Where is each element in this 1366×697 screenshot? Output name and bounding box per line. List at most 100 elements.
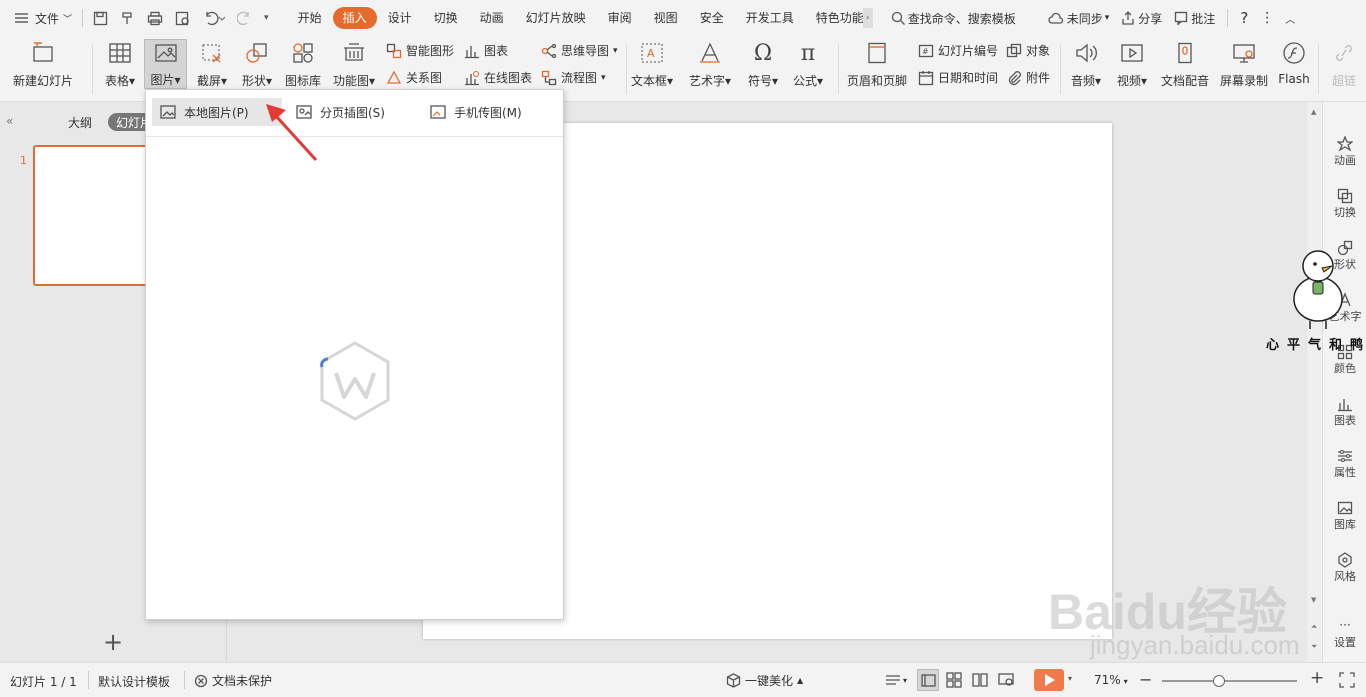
icon-library-button[interactable]: 图标库 — [281, 36, 325, 89]
pane-settings-label: 设置 — [1334, 636, 1356, 649]
tab-view[interactable]: 视图 — [643, 7, 689, 29]
tab-review[interactable]: 审阅 — [597, 7, 643, 29]
chevron-down-icon: ▾ — [1104, 13, 1110, 23]
collapse-panel-icon[interactable]: « — [6, 114, 13, 128]
sync-button[interactable]: 未同步 ▾ — [1042, 0, 1116, 36]
format-painter-button[interactable] — [114, 0, 141, 36]
scroll-down-icon[interactable]: ▼ — [1311, 596, 1316, 604]
help-button[interactable]: ? — [1234, 0, 1254, 36]
pane-gallery[interactable]: 图库 — [1323, 500, 1366, 532]
paperclip-icon — [1008, 70, 1021, 85]
template-name[interactable]: 默认设计模板 — [98, 673, 170, 690]
pane-properties-label: 属性 — [1334, 466, 1356, 479]
symbol-button[interactable]: Ω 符号▾ — [744, 36, 782, 89]
mindmap-button[interactable]: 思维导图 ▾ — [541, 42, 618, 59]
fit-window-button[interactable] — [1338, 671, 1356, 692]
duck-sticker — [1288, 244, 1350, 334]
print-preview-button[interactable] — [169, 0, 197, 36]
online-chart-button[interactable]: 在线图表 — [464, 69, 532, 86]
smartart-button[interactable]: 智能图形 — [386, 42, 454, 59]
tab-outline[interactable]: 大纲 — [68, 114, 92, 131]
textbox-button[interactable]: A 文本框▾ — [629, 36, 675, 89]
screen-record-button[interactable]: 屏幕录制 — [1216, 36, 1272, 89]
comment-button[interactable]: 批注 — [1168, 0, 1221, 36]
hyperlink-button[interactable]: 超链 — [1324, 36, 1364, 89]
pane-transition[interactable]: 切换 — [1323, 188, 1366, 220]
header-footer-button[interactable]: 页眉和页脚 — [845, 36, 909, 89]
attachment-button[interactable]: 附件 — [1006, 69, 1050, 86]
redo-button[interactable] — [231, 0, 258, 36]
screen-record-icon — [1231, 40, 1257, 66]
formula-button[interactable]: π 公式▾ — [789, 36, 827, 89]
presenter-view-button[interactable] — [997, 671, 1015, 692]
chart-button[interactable]: 图表 — [464, 42, 508, 59]
pane-settings[interactable]: ··· 设置 — [1323, 619, 1366, 650]
add-slide-icon[interactable]: + — [103, 630, 123, 654]
table-button[interactable]: 表格▾ — [100, 36, 140, 89]
audio-button[interactable]: 音频▾ — [1066, 36, 1106, 89]
beautify-button[interactable]: 一键美化 ▲ — [726, 672, 803, 689]
normal-view-button[interactable] — [917, 669, 939, 691]
reading-view-button[interactable] — [971, 671, 989, 692]
print-button[interactable] — [141, 0, 169, 36]
next-slide-icon[interactable]: ⏷ — [1311, 642, 1317, 652]
quick-access-more[interactable]: ▾ — [258, 0, 275, 36]
zoom-in-icon[interactable]: + — [1310, 668, 1324, 688]
tab-animation[interactable]: 动画 — [469, 7, 515, 29]
ribbon-tabs: 开始 插入 设计 切换 动画 幻灯片放映 审阅 视图 安全 开发工具 特色功能 … — [287, 7, 873, 29]
notes-toggle[interactable]: ▾ — [885, 673, 907, 687]
tab-security[interactable]: 安全 — [689, 7, 735, 29]
tab-transition[interactable]: 切换 — [423, 7, 469, 29]
screenshot-icon — [199, 40, 225, 66]
picture-label-text: 图片 — [150, 73, 175, 87]
menu-item-phone-upload[interactable]: 手机传图(M) — [422, 98, 542, 126]
function-chart-button[interactable]: 功能图▾ — [329, 36, 379, 89]
screenshot-button[interactable]: 截屏▾ — [191, 36, 233, 89]
flash-button[interactable]: Flash — [1276, 36, 1312, 86]
object-button[interactable]: 对象 — [1006, 42, 1050, 59]
zoom-slider[interactable] — [1162, 675, 1297, 687]
tab-developer[interactable]: 开发工具 — [735, 7, 805, 29]
tab-insert[interactable]: 插入 — [332, 7, 377, 29]
flowchart-button[interactable]: 流程图 ▾ — [541, 69, 606, 86]
tabs-scroll-right[interactable]: › — [862, 8, 873, 28]
save-button[interactable] — [87, 0, 114, 36]
textbox-label-text: 文本框 — [630, 74, 667, 88]
pane-animation[interactable]: 动画 — [1323, 136, 1366, 168]
video-button[interactable]: 视频▾ — [1112, 36, 1152, 89]
speaker-icon — [1073, 40, 1099, 66]
pane-chart[interactable]: 图表 — [1323, 396, 1366, 428]
collapse-ribbon-icon[interactable]: ︿ — [1279, 0, 1301, 36]
play-slideshow-button[interactable] — [1034, 669, 1064, 691]
slideshow-options-chevron[interactable]: ▾ — [1068, 674, 1072, 683]
scroll-up-icon[interactable]: ▲ — [1311, 108, 1316, 116]
tab-design[interactable]: 设计 — [377, 7, 423, 29]
picture-button[interactable]: 图片▾ — [144, 39, 187, 89]
narration-button[interactable]: 文档配音 — [1158, 36, 1212, 89]
pane-style[interactable]: 风格 — [1323, 552, 1366, 584]
search-box[interactable]: 查找命令、搜索模板 — [885, 0, 1022, 36]
slide-number-label: 1 — [20, 154, 27, 167]
zoom-level[interactable]: 71% ▾ — [1094, 673, 1128, 687]
zoom-slider-thumb[interactable] — [1213, 675, 1225, 687]
protect-status[interactable]: 文档未保护 — [194, 672, 272, 689]
sorter-view-button[interactable] — [945, 671, 963, 692]
slide-number-button[interactable]: # 幻灯片编号 — [918, 42, 998, 59]
pane-properties[interactable]: 属性 — [1323, 448, 1366, 480]
zoom-out-icon[interactable]: − — [1139, 670, 1152, 689]
datetime-button[interactable]: 日期和时间 — [918, 69, 998, 86]
relation-chart-button[interactable]: 关系图 — [386, 69, 442, 86]
wordart-button[interactable]: 艺术字▾ — [686, 36, 734, 89]
prev-slide-icon[interactable]: ⏶ — [1311, 622, 1317, 632]
new-slide-button[interactable]: 新建幻灯片 — [10, 36, 76, 89]
more-options-icon[interactable]: ⋮ — [1254, 0, 1279, 36]
tab-features[interactable]: 特色功能 — [805, 7, 863, 29]
file-menu[interactable]: 文件 ﹀ — [0, 0, 78, 36]
wordart-icon — [697, 40, 723, 66]
tab-slideshow[interactable]: 幻灯片放映 — [515, 7, 597, 29]
tab-home[interactable]: 开始 — [287, 7, 333, 29]
vertical-scrollbar[interactable]: ▲ ▼ ⏶ ⏷ — [1307, 102, 1322, 662]
share-button[interactable]: 分享 — [1115, 0, 1168, 36]
undo-button[interactable] — [197, 0, 231, 36]
shapes-button[interactable]: 形状▾ — [236, 36, 278, 89]
